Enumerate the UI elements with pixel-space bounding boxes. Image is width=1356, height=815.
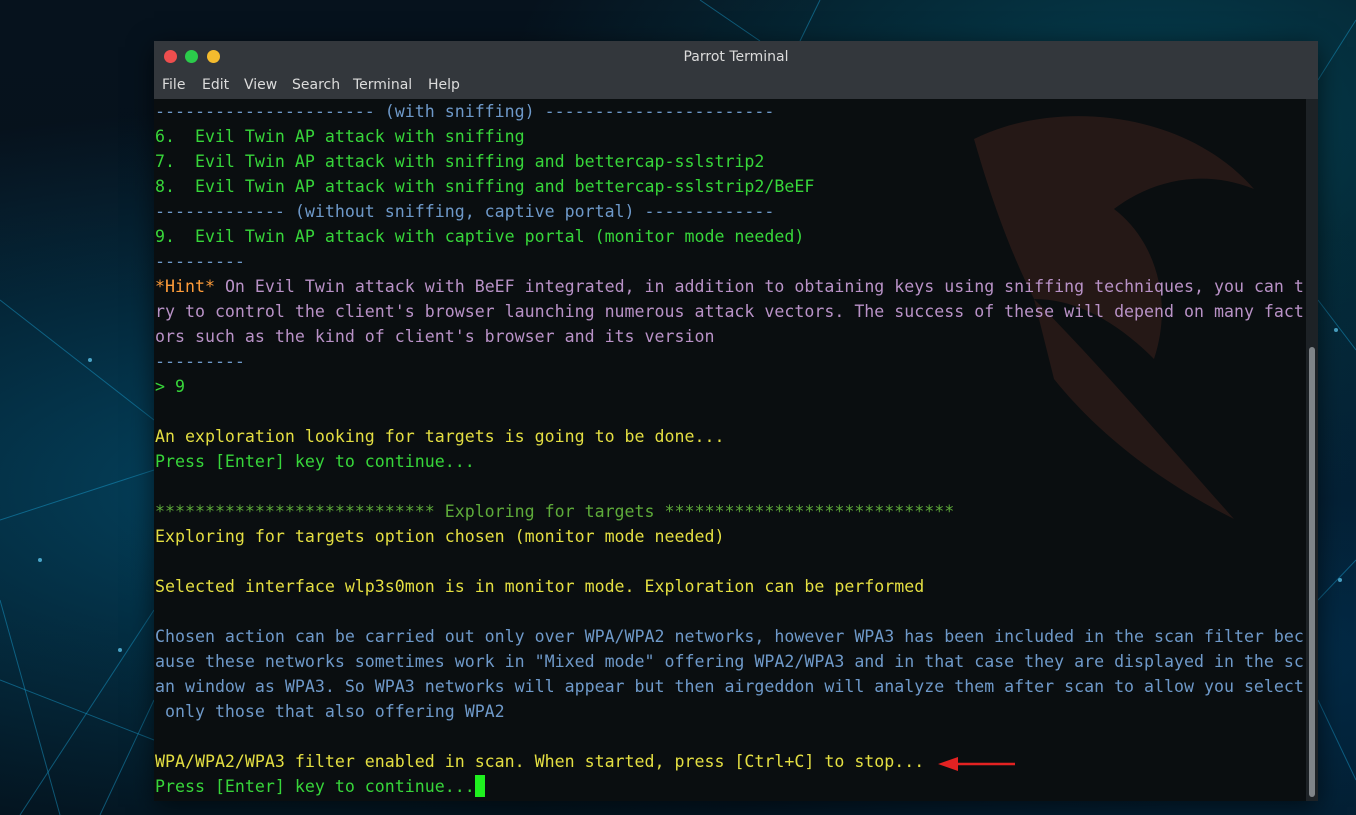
terminal-output[interactable]: ---------------------- (with sniffing) -… (155, 99, 1304, 799)
terminal-line: ors such as the kind of client's browser… (155, 324, 1304, 349)
terminal-line-text: ------------- (without sniffing, captive… (155, 202, 775, 221)
terminal-line: Exploring for targets option chosen (mon… (155, 524, 1304, 549)
terminal-line-text: 7. Evil Twin AP attack with sniffing and… (155, 152, 765, 171)
menu-terminal[interactable]: Terminal (353, 77, 412, 93)
terminal-line: ry to control the client's browser launc… (155, 299, 1304, 324)
terminal-line-text: --------- (155, 352, 245, 371)
terminal-line: Press [Enter] key to continue... (155, 774, 1304, 799)
terminal-line-text: Selected interface wlp3s0mon is in monit… (155, 577, 925, 596)
window-title: Parrot Terminal (683, 49, 789, 65)
menu-file[interactable]: File (162, 77, 185, 93)
terminal-line: Selected interface wlp3s0mon is in monit… (155, 574, 1304, 599)
terminal-line-text: an window as WPA3. So WPA3 networks will… (155, 677, 1304, 696)
terminal-line: ause these networks sometimes work in "M… (155, 649, 1304, 674)
terminal-content[interactable]: ---------------------- (with sniffing) -… (154, 99, 1306, 801)
terminal-window[interactable]: Parrot Terminal File Edit View Search Te… (154, 41, 1318, 801)
menu-search[interactable]: Search (292, 77, 340, 93)
terminal-line: WPA/WPA2/WPA3 filter enabled in scan. Wh… (155, 749, 1304, 774)
menu-bar: File Edit View Search Terminal Help (154, 72, 1318, 99)
terminal-line: ------------- (without sniffing, captive… (155, 199, 1304, 224)
terminal-line-text: **************************** Exploring f… (155, 502, 955, 521)
terminal-line: *Hint* On Evil Twin attack with BeEF int… (155, 274, 1304, 299)
terminal-line-text: > 9 (155, 377, 185, 396)
menu-help[interactable]: Help (428, 77, 460, 93)
terminal-line-text: ause these networks sometimes work in "M… (155, 652, 1304, 671)
terminal-line-text: Exploring for targets option chosen (mon… (155, 527, 725, 546)
red-arrow-icon (938, 757, 1015, 771)
terminal-line: 7. Evil Twin AP attack with sniffing and… (155, 149, 1304, 174)
terminal-line-text: WPA/WPA2/WPA3 filter enabled in scan. Wh… (155, 752, 925, 771)
terminal-line-text: On Evil Twin attack with BeEF integrated… (214, 277, 1304, 296)
terminal-line: > 9 (155, 374, 1304, 399)
menu-edit[interactable]: Edit (202, 77, 229, 93)
terminal-line-text: 8. Evil Twin AP attack with sniffing and… (155, 177, 815, 196)
terminal-line-text: only those that also offering WPA2 (155, 702, 505, 721)
terminal-line-text: ry to control the client's browser launc… (155, 302, 1304, 321)
terminal-line-text: ors such as the kind of client's browser… (155, 327, 715, 346)
terminal-line-text: Press [Enter] key to continue... (155, 777, 475, 796)
terminal-line-text: Chosen action can be carried out only ov… (155, 627, 1304, 646)
terminal-line: an window as WPA3. So WPA3 networks will… (155, 674, 1304, 699)
terminal-line: An exploration looking for targets is go… (155, 424, 1304, 449)
terminal-line: ---------------------- (with sniffing) -… (155, 99, 1304, 124)
terminal-line: **************************** Exploring f… (155, 499, 1304, 524)
terminal-line: Chosen action can be carried out only ov… (155, 624, 1304, 649)
terminal-line: 8. Evil Twin AP attack with sniffing and… (155, 174, 1304, 199)
scrollbar-thumb[interactable] (1309, 347, 1315, 797)
terminal-line-text: Press [Enter] key to continue... (155, 452, 475, 471)
terminal-line-text: ---------------------- (with sniffing) -… (155, 102, 775, 121)
hint-label: *Hint* (155, 277, 215, 296)
scrollbar[interactable] (1306, 99, 1318, 801)
terminal-line: Press [Enter] key to continue... (155, 449, 1304, 474)
terminal-line-text: 6. Evil Twin AP attack with sniffing (155, 127, 525, 146)
terminal-line: 9. Evil Twin AP attack with captive port… (155, 224, 1304, 249)
title-bar[interactable]: Parrot Terminal (154, 41, 1318, 72)
terminal-line-text: --------- (155, 252, 245, 271)
terminal-line-text: An exploration looking for targets is go… (155, 427, 725, 446)
terminal-line: --------- (155, 249, 1304, 274)
terminal-line: only those that also offering WPA2 (155, 699, 1304, 724)
terminal-line-text: 9. Evil Twin AP attack with captive port… (155, 227, 805, 246)
terminal-line: --------- (155, 349, 1304, 374)
text-cursor (474, 775, 485, 797)
terminal-line: 6. Evil Twin AP attack with sniffing (155, 124, 1304, 149)
menu-view[interactable]: View (244, 77, 277, 93)
